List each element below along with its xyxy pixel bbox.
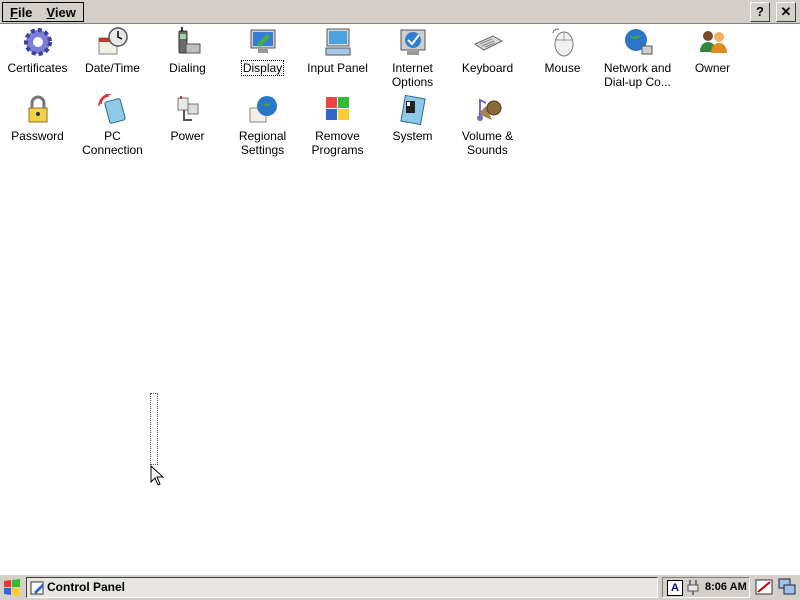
item-label: Network and Dial-up Co... bbox=[603, 61, 672, 89]
item-label: Mouse bbox=[544, 61, 581, 75]
system-tray: A 8:06 AM bbox=[662, 577, 750, 598]
power-plug-icon[interactable] bbox=[685, 579, 701, 596]
pc-connection-icon bbox=[97, 94, 126, 124]
item-label: Display bbox=[240, 60, 285, 76]
menu-file[interactable]: File bbox=[3, 3, 39, 21]
speaker-icon bbox=[476, 98, 501, 121]
monitor-icon bbox=[250, 29, 275, 53]
start-windows-flag-icon[interactable] bbox=[2, 578, 22, 598]
input-panel-icon bbox=[325, 28, 350, 56]
item-regional-settings[interactable]: Regional Settings bbox=[225, 94, 300, 160]
users-icon bbox=[699, 31, 727, 53]
item-network[interactable]: Network and Dial-up Co... bbox=[600, 26, 675, 92]
close-button[interactable]: ✕ bbox=[776, 2, 796, 22]
command-bar: File View ? ✕ bbox=[0, 0, 800, 24]
drag-selection-rectangle bbox=[150, 393, 158, 465]
item-label: System bbox=[392, 129, 433, 143]
power-plug-icon bbox=[177, 96, 198, 121]
item-label: Volume & Sounds bbox=[461, 129, 514, 157]
system-icon bbox=[399, 94, 426, 126]
input-method-indicator[interactable]: A bbox=[667, 580, 683, 596]
mouse-pointer-icon bbox=[150, 465, 164, 486]
phone-icon bbox=[178, 27, 200, 54]
item-volume-sounds[interactable]: Volume & Sounds bbox=[450, 94, 525, 160]
item-display[interactable]: Display bbox=[225, 26, 300, 92]
menu-view-accel: V bbox=[46, 5, 55, 20]
menu-file-accel: F bbox=[10, 5, 18, 20]
menu-file-label: ile bbox=[17, 5, 33, 20]
taskbar-button-control-panel[interactable]: Control Panel bbox=[26, 577, 658, 598]
help-button[interactable]: ? bbox=[750, 2, 770, 22]
item-label: PC Connection bbox=[82, 129, 143, 157]
globe-calendar-icon bbox=[249, 96, 277, 123]
remove-programs-icon bbox=[325, 97, 349, 120]
mouse-icon bbox=[552, 28, 573, 57]
item-internet-options[interactable]: Internet Options bbox=[375, 26, 450, 92]
certificates-icon bbox=[23, 28, 52, 56]
clock[interactable]: 8:06 AM bbox=[705, 578, 747, 597]
keyboard-icon bbox=[473, 35, 503, 51]
item-mouse[interactable]: Mouse bbox=[525, 26, 600, 92]
item-label: Remove Programs bbox=[311, 129, 364, 157]
item-label: Password bbox=[11, 129, 64, 143]
item-power[interactable]: Power bbox=[150, 94, 225, 160]
item-label: Regional Settings bbox=[238, 129, 287, 157]
item-password[interactable]: Password bbox=[0, 94, 75, 160]
item-keyboard[interactable]: Keyboard bbox=[450, 26, 525, 92]
globe-check-icon bbox=[400, 29, 425, 55]
item-label: Certificates bbox=[7, 61, 68, 75]
item-label: Owner bbox=[694, 61, 731, 75]
control-panel-icon bbox=[30, 581, 44, 595]
item-date-time[interactable]: Date/Time bbox=[75, 26, 150, 92]
item-owner[interactable]: Owner bbox=[675, 26, 750, 92]
item-dialing[interactable]: Dialing bbox=[150, 26, 225, 92]
clock-calendar-icon bbox=[98, 27, 128, 55]
item-pc-connection[interactable]: PC Connection bbox=[75, 94, 150, 160]
menu-view[interactable]: View bbox=[39, 3, 82, 21]
item-label: Date/Time bbox=[85, 61, 140, 75]
item-label: Power bbox=[170, 129, 205, 143]
item-system[interactable]: System bbox=[375, 94, 450, 160]
menu-view-label: iew bbox=[54, 5, 76, 20]
item-remove-programs[interactable]: Remove Programs bbox=[300, 94, 375, 160]
network-globe-icon bbox=[624, 29, 652, 55]
item-input-panel[interactable]: Input Panel bbox=[300, 26, 375, 92]
pen-input-icon[interactable] bbox=[755, 578, 773, 596]
item-label: Dialing bbox=[169, 61, 206, 75]
taskbar: Control Panel A 8:06 AM bbox=[0, 574, 800, 600]
item-label: Internet Options bbox=[391, 61, 434, 89]
padlock-icon bbox=[28, 95, 47, 123]
item-label: Input Panel bbox=[307, 61, 368, 75]
taskbar-button-label: Control Panel bbox=[47, 580, 126, 594]
item-certificates[interactable]: Certificates bbox=[0, 26, 75, 92]
item-label: Keyboard bbox=[461, 61, 514, 75]
show-desktop-icon[interactable] bbox=[778, 578, 796, 596]
menu-bar: File View bbox=[2, 2, 84, 22]
